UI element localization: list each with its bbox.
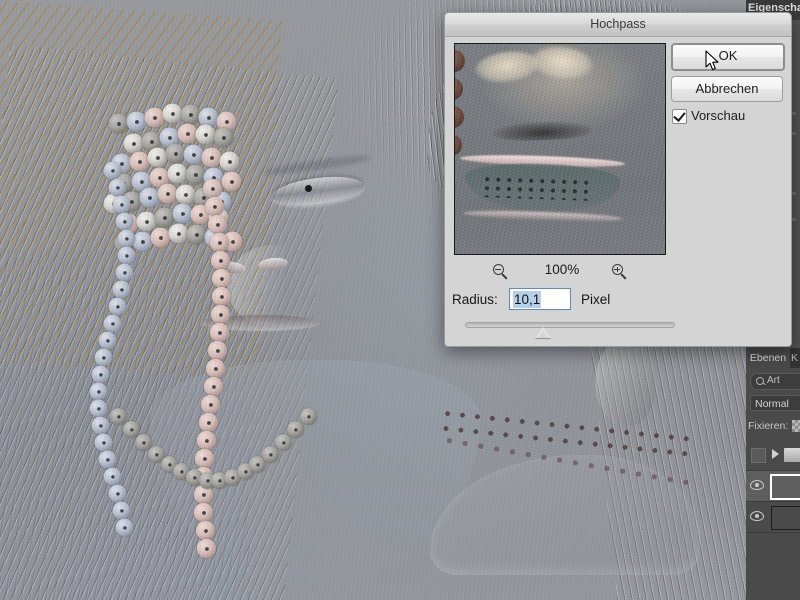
layer-filter-label: Art xyxy=(767,375,780,386)
preview-noise xyxy=(455,44,665,254)
radius-value: 10,1 xyxy=(513,291,542,308)
dialog-titlebar[interactable]: Hochpass xyxy=(445,13,791,37)
highpass-gray-thumbnail xyxy=(770,474,800,500)
tab-channels-partial[interactable]: K xyxy=(791,348,800,368)
lock-label: Fixieren: xyxy=(748,420,789,432)
layers-panel: Ebenen K Art Normal Fixieren: xyxy=(746,348,800,600)
eye-icon[interactable] xyxy=(750,511,764,521)
folder-icon xyxy=(784,448,800,462)
preview-checkbox-label: Vorschau xyxy=(691,108,746,123)
magnifier-minus-icon[interactable] xyxy=(493,264,509,280)
checkerboard-icon[interactable] xyxy=(792,420,800,432)
blend-mode-select[interactable]: Normal xyxy=(750,395,800,411)
layer-row-highpass[interactable] xyxy=(746,471,800,502)
preview-checkbox[interactable]: Vorschau xyxy=(672,108,790,126)
zoom-level: 100% xyxy=(544,262,580,277)
radius-slider-track[interactable] xyxy=(465,322,675,328)
layer-row-group[interactable] xyxy=(746,440,800,471)
radius-label: Radius: xyxy=(452,292,498,307)
dialog-title: Hochpass xyxy=(590,17,646,31)
radius-unit-label: Pixel xyxy=(581,292,611,307)
cancel-button[interactable]: Abbrechen xyxy=(671,76,783,102)
layer-filter-input[interactable]: Art xyxy=(750,373,800,390)
magnifier-plus-icon[interactable] xyxy=(612,264,628,280)
radius-slider-thumb[interactable] xyxy=(535,327,551,338)
triangle-right-icon[interactable] xyxy=(772,449,779,459)
filter-preview[interactable] xyxy=(454,43,666,255)
dialog-body: OK Abbrechen Vorschau 100% Radius: 10,1 … xyxy=(445,36,791,346)
search-icon xyxy=(756,377,764,385)
layers-tabbar: Ebenen K xyxy=(746,348,800,368)
portrait-photo-thumbnail xyxy=(771,506,800,530)
checkmark-icon xyxy=(672,109,687,124)
ok-button[interactable]: OK xyxy=(671,43,785,71)
eye-icon[interactable] xyxy=(750,480,764,490)
checkbox-empty-icon[interactable] xyxy=(751,448,766,463)
hochpass-dialog: Hochpass OK Abbrechen Vorschau 100% Radi… xyxy=(444,12,792,347)
radius-input[interactable]: 10,1 xyxy=(509,288,571,310)
layer-row-photo[interactable] xyxy=(746,502,800,533)
tab-layers[interactable]: Ebenen xyxy=(746,348,790,368)
